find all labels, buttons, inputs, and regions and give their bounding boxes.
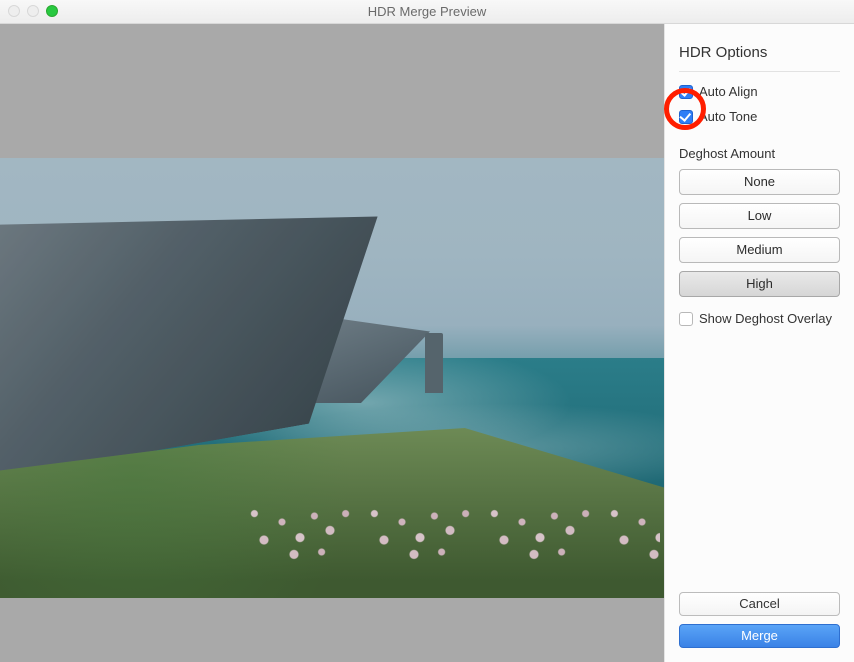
deghost-high-button[interactable]: High [679, 271, 840, 297]
deghost-medium-button[interactable]: Medium [679, 237, 840, 263]
deghost-none-button[interactable]: None [679, 169, 840, 195]
divider [679, 71, 840, 72]
traffic-lights [8, 5, 58, 17]
auto-align-checkbox[interactable] [679, 85, 693, 99]
deghost-low-button[interactable]: Low [679, 203, 840, 229]
show-deghost-overlay-row[interactable]: Show Deghost Overlay [679, 311, 840, 326]
window-zoom-button[interactable] [46, 5, 58, 17]
auto-tone-row[interactable]: Auto Tone [679, 109, 840, 124]
preview-area [0, 24, 664, 662]
deghost-amount-group: None Low Medium High [679, 169, 840, 297]
cancel-button[interactable]: Cancel [679, 592, 840, 616]
auto-tone-label: Auto Tone [699, 109, 757, 124]
panel-title: HDR Options [679, 44, 840, 61]
deghost-amount-label: Deghost Amount [679, 146, 840, 161]
preview-image [0, 158, 664, 598]
hdr-options-panel: HDR Options Auto Align Auto Tone Deghost… [664, 24, 854, 662]
show-deghost-overlay-checkbox[interactable] [679, 312, 693, 326]
auto-align-row[interactable]: Auto Align [679, 84, 840, 99]
show-deghost-overlay-label: Show Deghost Overlay [699, 311, 832, 326]
auto-align-label: Auto Align [699, 84, 758, 99]
merge-button[interactable]: Merge [679, 624, 840, 648]
titlebar: HDR Merge Preview [0, 0, 854, 24]
window-title: HDR Merge Preview [368, 4, 486, 19]
footer-buttons: Cancel Merge [679, 592, 840, 648]
window-close-button[interactable] [8, 5, 20, 17]
window-minimize-button[interactable] [27, 5, 39, 17]
auto-tone-checkbox[interactable] [679, 110, 693, 124]
